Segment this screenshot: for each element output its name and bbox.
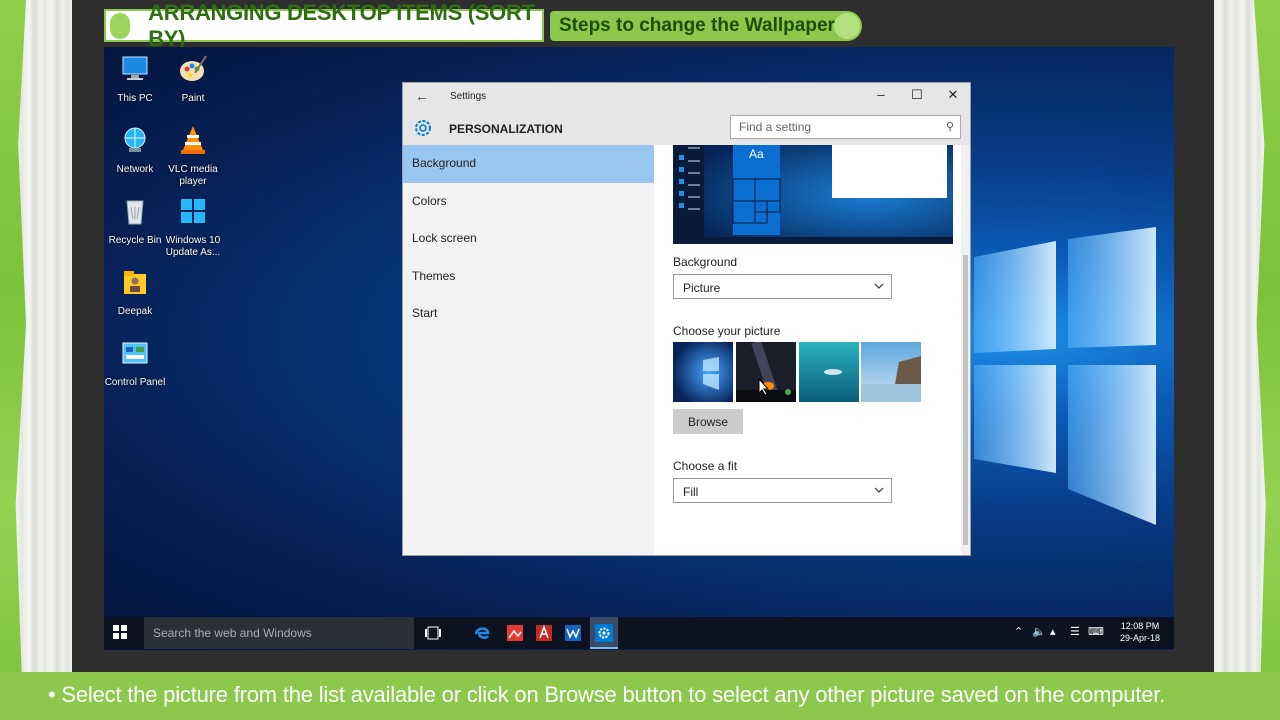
- taskbar-clock[interactable]: 12:08 PM 29-Apr-18: [1116, 620, 1164, 644]
- chevron-down-icon: [874, 487, 884, 493]
- banner-bullet-icon: [110, 12, 131, 39]
- chevron-down-icon: [874, 283, 884, 289]
- window-title: Settings: [450, 91, 487, 102]
- desktop-icon-label: Network: [116, 164, 154, 175]
- lesson-caption: • Select the picture from the list avail…: [48, 682, 1166, 707]
- desktop-icon-paint[interactable]: Paint: [162, 53, 224, 105]
- search-icon[interactable]: ⚲: [946, 120, 954, 133]
- choose-fit-label: Choose a fit: [673, 459, 738, 473]
- desktop-icon-vlc[interactable]: VLC media player: [162, 124, 224, 188]
- lesson-subtitle-banner: Steps to change the Wallpaper: [550, 11, 862, 41]
- user-folder-icon: [124, 271, 146, 294]
- show-hidden-icons-chevron-icon[interactable]: ⌃: [1014, 625, 1023, 638]
- computer-icon: [122, 56, 148, 80]
- action-center-icon[interactable]: ☰: [1070, 625, 1080, 638]
- settings-window: ← Settings – ☐ ✕ PERSONALIZATION ⚲ Backg…: [402, 82, 971, 556]
- desktop-icon-windows-update[interactable]: Windows 10 Update As...: [162, 195, 224, 259]
- task-view-icon[interactable]: [424, 624, 442, 642]
- settings-header: PERSONALIZATION ⚲: [403, 111, 970, 145]
- close-icon[interactable]: ✕: [941, 87, 965, 103]
- back-arrow-icon[interactable]: ←: [415, 88, 429, 104]
- settings-nav: Background Colors Lock screen Themes Sta…: [403, 145, 654, 555]
- picture-thumbnail-beach[interactable]: [861, 342, 921, 402]
- window-titlebar[interactable]: ← Settings – ☐ ✕: [403, 83, 970, 111]
- keyboard-icon[interactable]: ⌨: [1088, 625, 1104, 638]
- desktop-icon-user-folder[interactable]: Deepak: [104, 266, 166, 318]
- preview-sample-text: Aa: [749, 147, 764, 161]
- clock-date: 29-Apr-18: [1119, 633, 1161, 643]
- clock-time: 12:08 PM: [1120, 621, 1160, 631]
- preview-illustration: [673, 145, 953, 244]
- minimize-icon[interactable]: –: [869, 87, 893, 102]
- background-settings-pane: Aa Background Picture Choose your pictur…: [654, 145, 961, 555]
- section-heading: PERSONALIZATION: [449, 122, 563, 136]
- paint-palette-icon: [180, 55, 207, 81]
- desktop-icon-label: Windows 10 Update As...: [165, 235, 221, 258]
- desktop-icon-label: This PC: [117, 93, 153, 104]
- start-windows-icon[interactable]: [112, 624, 128, 640]
- nav-item-background[interactable]: Background: [403, 145, 654, 183]
- network-tray-icon[interactable]: ▴: [1050, 625, 1056, 638]
- nav-item-start[interactable]: Start: [403, 295, 654, 333]
- photo-app-icon[interactable]: [506, 624, 524, 642]
- picture-thumbnail-underwater[interactable]: [799, 342, 859, 402]
- lesson-caption-bar: • Select the picture from the list avail…: [0, 672, 1280, 720]
- picture-thumbnail-windows[interactable]: [673, 342, 733, 402]
- vlc-cone-icon: [181, 126, 205, 154]
- background-type-dropdown[interactable]: Picture: [673, 274, 892, 299]
- pdf-reader-icon[interactable]: [535, 624, 553, 642]
- settings-icon: [595, 624, 613, 642]
- volume-icon[interactable]: 🔈: [1032, 625, 1046, 638]
- lesson-subtitle: Steps to change the Wallpaper: [559, 15, 835, 36]
- choose-fit-dropdown[interactable]: Fill: [673, 478, 892, 503]
- choose-fit-value: Fill: [683, 485, 699, 499]
- desktop-icon-label: Paint: [181, 93, 205, 104]
- banner-knob-icon: [834, 13, 860, 39]
- desktop-icon-control-panel[interactable]: Control Panel: [104, 337, 166, 389]
- mouse-pointer-icon: [758, 378, 770, 396]
- nav-item-themes[interactable]: Themes: [403, 258, 654, 296]
- scrollbar-thumb[interactable]: [963, 255, 968, 545]
- find-setting-input[interactable]: [731, 116, 936, 138]
- content-scrollbar[interactable]: [961, 145, 970, 555]
- desktop-icon-label: Control Panel: [104, 377, 166, 388]
- find-setting-box[interactable]: ⚲: [730, 115, 961, 139]
- windows-update-icon: [181, 199, 205, 223]
- recycle-bin-icon: [126, 200, 144, 225]
- lesson-title-banner: ARRANGING DESKTOP ITEMS (SORT BY): [104, 0, 544, 51]
- background-label: Background: [673, 255, 738, 269]
- desktop-preview: Aa: [673, 145, 953, 244]
- lesson-title: ARRANGING DESKTOP ITEMS (SORT BY): [148, 0, 535, 51]
- gear-icon: [415, 120, 431, 136]
- left-wood-border: [0, 0, 72, 720]
- background-type-value: Picture: [683, 281, 721, 295]
- word-icon[interactable]: [564, 624, 582, 642]
- choose-picture-label: Choose your picture: [673, 324, 781, 338]
- windows-logo-light-icon: [974, 227, 1156, 525]
- desktop-icon-label: Deepak: [117, 306, 153, 317]
- nav-item-colors[interactable]: Colors: [403, 183, 654, 221]
- maximize-icon[interactable]: ☐: [905, 87, 929, 103]
- nav-item-lock-screen[interactable]: Lock screen: [403, 220, 654, 258]
- browse-button[interactable]: Browse: [673, 409, 743, 434]
- desktop-icon-label: VLC media player: [168, 164, 218, 187]
- taskbar-settings-active[interactable]: [590, 617, 618, 649]
- desktop-icon-recycle-bin[interactable]: Recycle Bin: [104, 195, 166, 247]
- taskbar: Search the web and Windows ⌃ 🔈 ▴ ☰ ⌨ 12:…: [104, 617, 1174, 649]
- taskbar-search-placeholder: Search the web and Windows: [153, 626, 312, 640]
- edge-icon[interactable]: [473, 624, 491, 642]
- network-globe-icon: [124, 127, 146, 152]
- right-wood-border: [1214, 0, 1280, 720]
- desktop-icon-this-pc[interactable]: This PC: [104, 53, 166, 105]
- desktop-icon-network[interactable]: Network: [104, 124, 166, 176]
- desktop-icon-label: Recycle Bin: [108, 235, 162, 246]
- taskbar-search-box[interactable]: Search the web and Windows: [144, 617, 414, 649]
- control-panel-icon: [122, 342, 148, 364]
